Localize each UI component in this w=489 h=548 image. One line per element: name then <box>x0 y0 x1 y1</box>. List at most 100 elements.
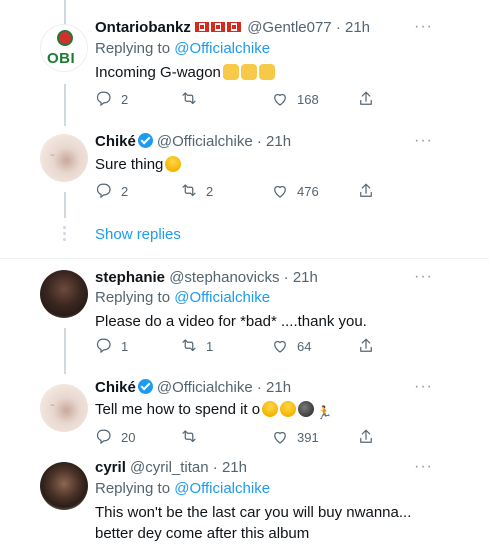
reply-icon <box>96 91 111 106</box>
avatar-art: ~ <box>50 152 56 159</box>
reply-button[interactable]: 2 <box>95 182 128 200</box>
mention-link[interactable]: @Officialchike <box>174 289 270 306</box>
replying-to: Replying to @Officialchike <box>95 39 270 59</box>
share-icon <box>360 183 372 197</box>
like-button[interactable]: 168 <box>271 90 319 108</box>
reply-count: 2 <box>121 91 129 107</box>
timestamp[interactable]: · 21h <box>213 459 247 476</box>
like-button[interactable]: 391 <box>271 428 319 446</box>
replying-prefix: Replying to <box>95 289 175 306</box>
show-replies-link[interactable]: Show replies <box>95 226 181 243</box>
reply-icon <box>96 429 111 444</box>
handle[interactable]: @Officialchike <box>157 379 253 396</box>
verified-badge-icon <box>137 133 153 148</box>
like-button[interactable]: 64 <box>271 337 311 355</box>
thread-line-2 <box>64 192 66 218</box>
reply-button[interactable]: 20 <box>95 428 135 446</box>
like-count: 64 <box>297 338 312 354</box>
heart-icon <box>274 93 286 106</box>
share-icon <box>360 338 372 352</box>
avatar[interactable]: ~ <box>40 134 88 182</box>
reply-button[interactable]: 1 <box>95 337 128 355</box>
raised-hands-emoji-icon <box>222 64 239 80</box>
heart-icon <box>274 431 286 444</box>
handle[interactable]: @Officialchike <box>157 133 253 150</box>
tweet-text: Please do a video for *bad* ....thank yo… <box>95 313 367 330</box>
joy-emoji-icon <box>280 401 297 417</box>
display-name[interactable]: cyril <box>95 459 126 476</box>
avatar[interactable] <box>40 462 88 510</box>
tweet-header: Ontariobankz @Gentle077 · 21h <box>95 18 370 38</box>
tweet-header: stephanie @stephanovicks · 21h <box>95 268 318 288</box>
flag-icons <box>195 19 243 36</box>
avatar[interactable]: ~ <box>40 384 88 432</box>
more-options-icon[interactable]: ··· <box>414 268 433 286</box>
mention-link[interactable]: @Officialchike <box>174 40 270 57</box>
share-button[interactable] <box>357 182 375 200</box>
like-count: 168 <box>297 91 319 107</box>
joy-emoji-icon <box>262 401 279 417</box>
avatar[interactable]: OBI <box>40 24 88 72</box>
display-name[interactable]: Chiké <box>95 379 136 396</box>
retweet-button[interactable] <box>180 90 206 108</box>
raised-hands-emoji-icon <box>240 64 257 80</box>
retweet-button[interactable]: 1 <box>180 337 213 355</box>
new-moon-face-emoji-icon <box>298 401 315 417</box>
avatar[interactable] <box>40 270 88 318</box>
tweet-header: Chiké @Officialchike · 21h <box>95 378 291 398</box>
thread-line-top <box>64 0 66 24</box>
timestamp[interactable]: · 21h <box>257 379 291 396</box>
share-button[interactable] <box>357 90 375 108</box>
reply-count: 20 <box>121 429 136 445</box>
tweet-text-content: Incoming G-wagon <box>95 64 221 81</box>
replying-to: Replying to @Officialchike <box>95 479 270 499</box>
tweet-header: cyril @cyril_titan · 21h <box>95 458 247 478</box>
divider <box>0 258 489 259</box>
tweet-actions: 20 391 <box>95 428 395 448</box>
tweet-actions: 2 2 476 <box>95 182 395 202</box>
display-name[interactable]: stephanie <box>95 269 165 286</box>
thread-line-3 <box>64 328 66 374</box>
more-options-icon[interactable]: ··· <box>414 378 433 396</box>
retweet-button[interactable] <box>180 428 206 446</box>
display-name[interactable]: Ontariobankz <box>95 19 191 36</box>
joy-emoji-icon <box>165 156 182 172</box>
reply-button[interactable]: 2 <box>95 90 128 108</box>
replying-prefix: Replying to <box>95 40 175 57</box>
tweet-text-line-1: This won't be the last car you will buy … <box>95 504 412 521</box>
obi-logo-text: OBI <box>47 50 76 67</box>
handle[interactable]: @Gentle077 <box>247 19 331 36</box>
canada-flag-icon <box>227 22 242 32</box>
replying-prefix: Replying to <box>95 480 175 497</box>
display-name[interactable]: Chiké <box>95 133 136 150</box>
raised-hands-emoji-icon <box>258 64 275 80</box>
retweet-icon <box>182 430 196 443</box>
handle[interactable]: @cyril_titan <box>130 459 209 476</box>
retweet-icon <box>182 339 196 352</box>
share-button[interactable] <box>357 337 375 355</box>
timestamp[interactable]: · 21h <box>257 133 291 150</box>
thread-line-1 <box>64 84 66 126</box>
thread-dots <box>63 226 67 244</box>
more-options-icon[interactable]: ··· <box>414 18 433 36</box>
tweet-actions: 2 168 <box>95 90 395 110</box>
tweet-text: Tell me how to spend it o 🏃 <box>95 400 332 420</box>
timestamp[interactable]: · 21h <box>336 19 370 36</box>
reply-icon <box>96 183 111 198</box>
handle[interactable]: @stephanovicks <box>169 269 279 286</box>
tweet-actions: 1 1 64 <box>95 337 395 357</box>
more-options-icon[interactable]: ··· <box>414 458 433 476</box>
like-button[interactable]: 476 <box>271 182 319 200</box>
mention-link[interactable]: @Officialchike <box>174 480 270 497</box>
share-button[interactable] <box>357 428 375 446</box>
tweet-text-line-2: better dey come after this album <box>95 525 310 542</box>
more-options-icon[interactable]: ··· <box>414 132 433 150</box>
heart-icon <box>274 340 286 353</box>
timestamp[interactable]: · 21h <box>284 269 318 286</box>
tweet-text: Sure thing <box>95 155 182 175</box>
retweet-count: 2 <box>206 183 214 199</box>
retweet-button[interactable]: 2 <box>180 182 213 200</box>
canada-flag-icon <box>195 22 210 32</box>
canada-flag-icon <box>211 22 226 32</box>
like-count: 476 <box>297 183 319 199</box>
